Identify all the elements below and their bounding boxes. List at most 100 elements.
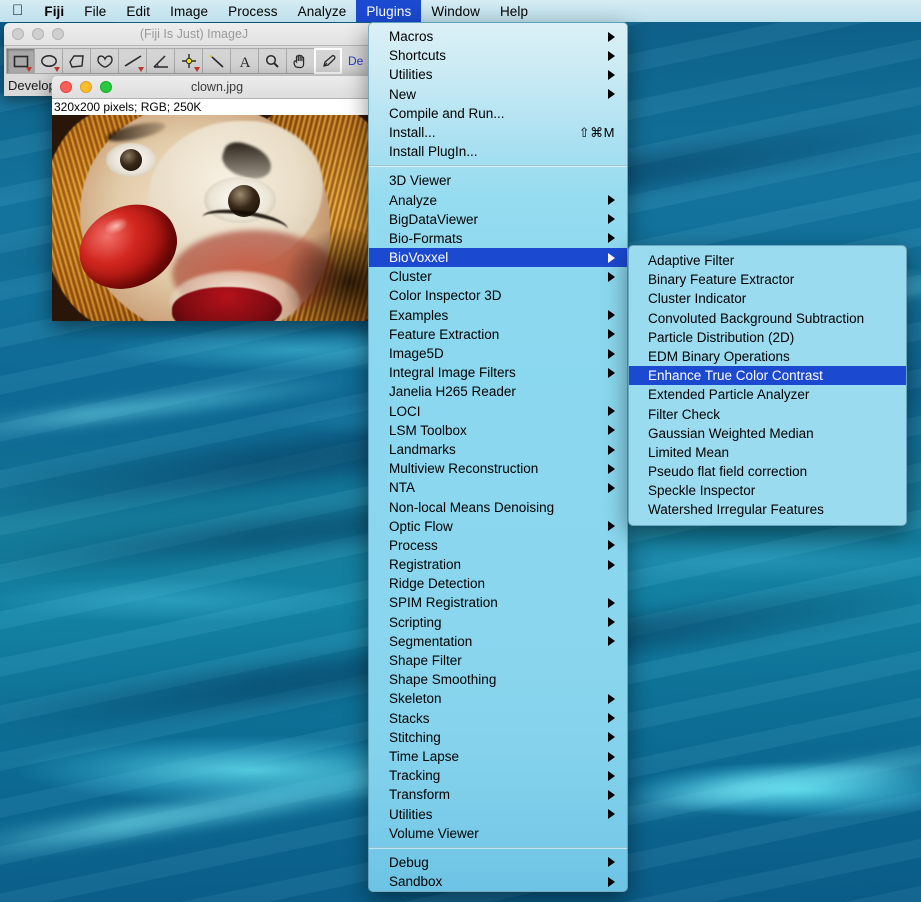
straight-line-tool[interactable]: [118, 48, 146, 74]
menu-item-shortcuts[interactable]: Shortcuts: [369, 46, 627, 65]
plugins-menu[interactable]: MacrosShortcutsUtilitiesNewCompile and R…: [368, 22, 628, 892]
menubar-item-help[interactable]: Help: [490, 0, 538, 22]
fiji-window-controls[interactable]: [4, 28, 64, 40]
oval-tool[interactable]: [34, 48, 62, 74]
menu-item-transform[interactable]: Transform: [369, 785, 627, 804]
maximize-button[interactable]: [100, 81, 112, 93]
menu-item-skeleton[interactable]: Skeleton: [369, 689, 627, 708]
menu-item-tracking[interactable]: Tracking: [369, 766, 627, 785]
rectangle-tool[interactable]: [6, 48, 34, 74]
menu-item-bigdataviewer[interactable]: BigDataViewer: [369, 210, 627, 229]
menu-item-utilities[interactable]: Utilities: [369, 805, 627, 824]
menu-item-time-lapse[interactable]: Time Lapse: [369, 747, 627, 766]
rectangle-tool-options-triangle[interactable]: [26, 67, 32, 72]
close-button[interactable]: [60, 81, 72, 93]
menu-item-loci[interactable]: LOCI: [369, 402, 627, 421]
menu-item-pseudo-flat-field-correction[interactable]: Pseudo flat field correction: [629, 462, 906, 481]
menu-item-3d-viewer[interactable]: 3D Viewer: [369, 171, 627, 190]
menu-item-process[interactable]: Process: [369, 536, 627, 555]
clown-image-window[interactable]: clown.jpg 320x200 pixels; RGB; 250K: [52, 76, 382, 321]
menu-item-binary-feature-extractor[interactable]: Binary Feature Extractor: [629, 270, 906, 289]
menu-item-cluster-indicator[interactable]: Cluster Indicator: [629, 289, 906, 308]
fiji-titlebar[interactable]: (Fiji Is Just) ImageJ: [4, 23, 384, 46]
menu-item-utilities[interactable]: Utilities: [369, 65, 627, 84]
menu-item-shape-filter[interactable]: Shape Filter: [369, 651, 627, 670]
dropper-tool[interactable]: [314, 48, 342, 74]
clown-window-controls[interactable]: [52, 81, 112, 93]
menu-item-nta[interactable]: NTA: [369, 478, 627, 497]
menubar-item-process[interactable]: Process: [218, 0, 287, 22]
menu-item-extended-particle-analyzer[interactable]: Extended Particle Analyzer: [629, 385, 906, 404]
menu-item-speckle-inspector[interactable]: Speckle Inspector: [629, 481, 906, 500]
menubar[interactable]:  Fiji File Edit Image Process Analyze P…: [0, 0, 921, 22]
menubar-item-edit[interactable]: Edit: [116, 0, 160, 22]
menu-item-feature-extraction[interactable]: Feature Extraction: [369, 325, 627, 344]
hand-tool[interactable]: [286, 48, 314, 74]
menu-item-new[interactable]: New: [369, 85, 627, 104]
close-button[interactable]: [12, 28, 24, 40]
menu-item-registration[interactable]: Registration: [369, 555, 627, 574]
minimize-button[interactable]: [32, 28, 44, 40]
menu-item-cluster[interactable]: Cluster: [369, 267, 627, 286]
menu-item-spim-registration[interactable]: SPIM Registration: [369, 593, 627, 612]
point-tool[interactable]: [174, 48, 202, 74]
menu-item-stacks[interactable]: Stacks: [369, 709, 627, 728]
menu-item-particle-distribution-2d[interactable]: Particle Distribution (2D): [629, 328, 906, 347]
angle-tool[interactable]: [146, 48, 174, 74]
menu-item-examples[interactable]: Examples: [369, 306, 627, 325]
freehand-tool[interactable]: [90, 48, 118, 74]
menu-item-optic-flow[interactable]: Optic Flow: [369, 517, 627, 536]
menu-item-lsm-toolbox[interactable]: LSM Toolbox: [369, 421, 627, 440]
menu-item-scripting[interactable]: Scripting: [369, 613, 627, 632]
biovoxxel-submenu[interactable]: Adaptive FilterBinary Feature ExtractorC…: [628, 245, 907, 526]
menubar-item-window[interactable]: Window: [421, 0, 490, 22]
menu-item-bio-formats[interactable]: Bio-Formats: [369, 229, 627, 248]
wand-tool[interactable]: [202, 48, 230, 74]
menu-item-biovoxxel[interactable]: BioVoxxel: [369, 248, 627, 267]
menu-item-segmentation[interactable]: Segmentation: [369, 632, 627, 651]
menu-item-landmarks[interactable]: Landmarks: [369, 440, 627, 459]
menu-item-limited-mean[interactable]: Limited Mean: [629, 443, 906, 462]
menu-item-enhance-true-color-contrast[interactable]: Enhance True Color Contrast: [629, 366, 906, 385]
menu-item-sandbox[interactable]: Sandbox: [369, 872, 627, 891]
menu-item-ridge-detection[interactable]: Ridge Detection: [369, 574, 627, 593]
apple-logo-icon[interactable]: : [0, 0, 34, 22]
menu-item-convoluted-background-subtraction[interactable]: Convoluted Background Subtraction: [629, 309, 906, 328]
menu-item-color-inspector-3d[interactable]: Color Inspector 3D: [369, 286, 627, 305]
polygon-tool[interactable]: [62, 48, 90, 74]
menu-item-macros[interactable]: Macros: [369, 27, 627, 46]
menu-item-adaptive-filter[interactable]: Adaptive Filter: [629, 251, 906, 270]
menu-item-debug[interactable]: Debug: [369, 853, 627, 872]
menu-item-install-plugin[interactable]: Install PlugIn...: [369, 142, 627, 161]
menu-item-integral-image-filters[interactable]: Integral Image Filters: [369, 363, 627, 382]
menubar-item-file[interactable]: File: [74, 0, 116, 22]
menu-item-gaussian-weighted-median[interactable]: Gaussian Weighted Median: [629, 424, 906, 443]
menubar-item-fiji[interactable]: Fiji: [34, 0, 74, 22]
text-tool[interactable]: A: [230, 48, 258, 74]
menu-item-stitching[interactable]: Stitching: [369, 728, 627, 747]
line-tool-options-triangle[interactable]: [138, 67, 144, 72]
menubar-item-image[interactable]: Image: [160, 0, 218, 22]
menubar-item-plugins[interactable]: Plugins: [356, 0, 421, 22]
minimize-button[interactable]: [80, 81, 92, 93]
menu-item-filter-check[interactable]: Filter Check: [629, 405, 906, 424]
clown-titlebar[interactable]: clown.jpg: [52, 76, 382, 99]
magnifier-tool[interactable]: [258, 48, 286, 74]
menu-item-janelia-h265-reader[interactable]: Janelia H265 Reader: [369, 382, 627, 401]
menubar-item-analyze[interactable]: Analyze: [288, 0, 357, 22]
oval-tool-options-triangle[interactable]: [54, 67, 60, 72]
menu-item-non-local-means-denoising[interactable]: Non-local Means Denoising: [369, 498, 627, 517]
menu-item-watershed-irregular-features[interactable]: Watershed Irregular Features: [629, 500, 906, 519]
menu-item-edm-binary-operations[interactable]: EDM Binary Operations: [629, 347, 906, 366]
fiji-toolbar[interactable]: A De: [4, 46, 384, 74]
menu-item-install[interactable]: Install...⇧⌘M: [369, 123, 627, 142]
menu-item-analyze[interactable]: Analyze: [369, 191, 627, 210]
clown-image-canvas[interactable]: [52, 115, 382, 321]
menu-item-multiview-reconstruction[interactable]: Multiview Reconstruction: [369, 459, 627, 478]
menu-item-compile-and-run[interactable]: Compile and Run...: [369, 104, 627, 123]
maximize-button[interactable]: [52, 28, 64, 40]
menu-item-image5d[interactable]: Image5D: [369, 344, 627, 363]
point-tool-options-triangle[interactable]: [194, 67, 200, 72]
menu-item-shape-smoothing[interactable]: Shape Smoothing: [369, 670, 627, 689]
menu-item-volume-viewer[interactable]: Volume Viewer: [369, 824, 627, 843]
